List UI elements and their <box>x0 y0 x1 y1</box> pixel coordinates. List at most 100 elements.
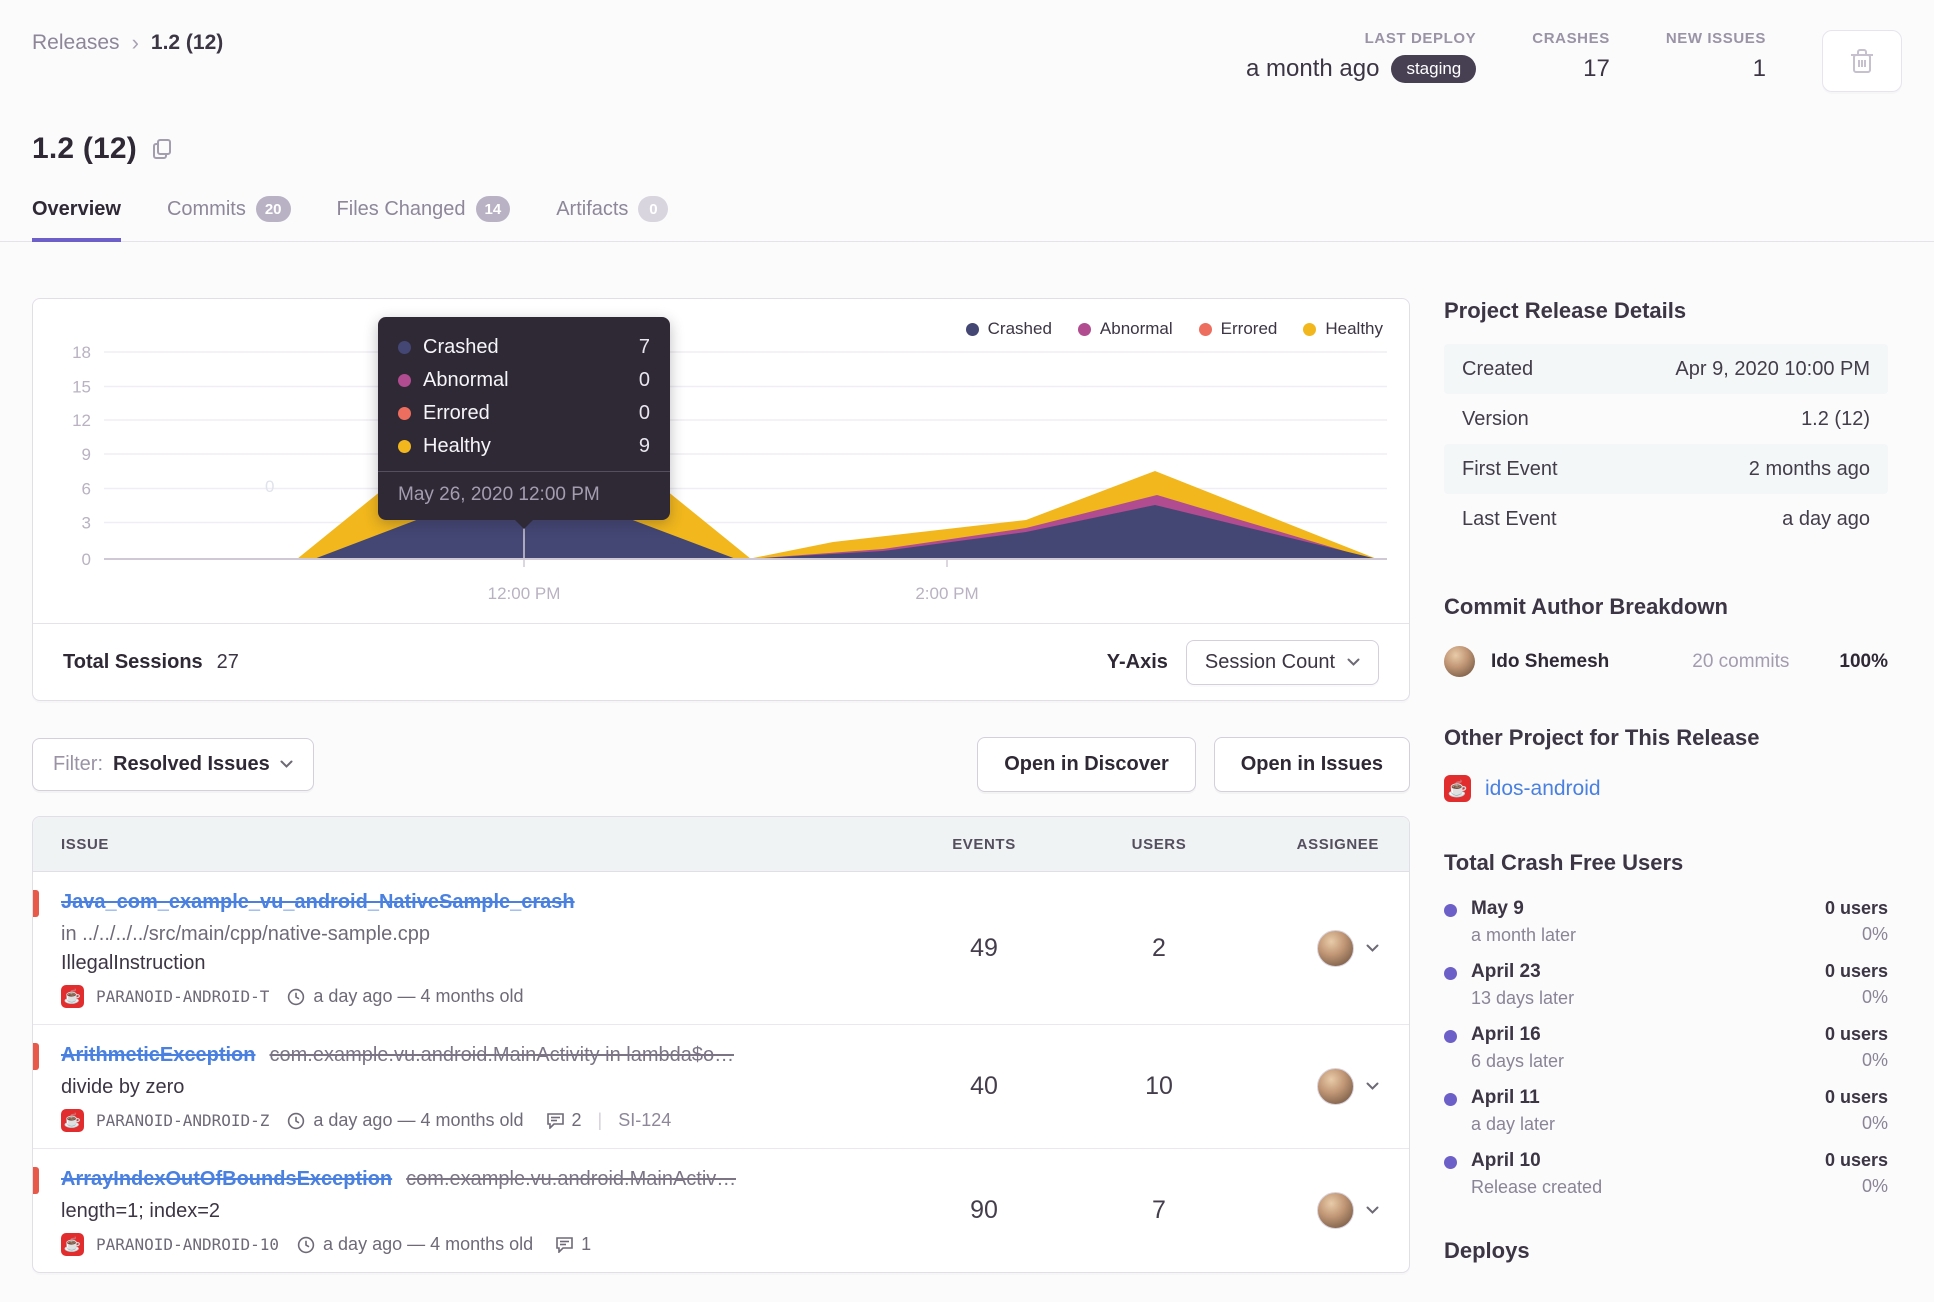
tab-files-changed[interactable]: Files Changed 14 <box>337 196 511 242</box>
issue-message: IllegalInstruction <box>61 952 206 974</box>
stat-last-deploy: LAST DEPLOY a month ago staging <box>1246 30 1477 83</box>
clock-icon <box>287 1112 305 1130</box>
tooltip-row-errored: Errored 0 <box>398 397 650 430</box>
svg-text:6: 6 <box>82 480 91 499</box>
chevron-down-icon <box>1366 1082 1379 1091</box>
chart-legend: Crashed Abnormal Errored Healthy <box>965 319 1383 339</box>
abnormal-dot-icon <box>1077 322 1091 336</box>
commit-author-row: Ido Shemesh 20 commits 100% <box>1444 646 1888 677</box>
detail-row-version: Version 1.2 (12) <box>1462 407 1870 430</box>
assignee-dropdown[interactable] <box>1244 929 1409 967</box>
new-issues-label: NEW ISSUES <box>1665 30 1766 47</box>
breadcrumb-current: 1.2 (12) <box>150 31 224 54</box>
issue-title-link[interactable]: Java_com_example_vu_android_NativeSample… <box>61 888 575 917</box>
total-sessions-value: 27 <box>216 650 239 673</box>
issue-annotation[interactable]: SI-124 <box>618 1110 671 1131</box>
delete-release-button[interactable] <box>1822 30 1902 92</box>
timeline-dot-icon <box>1444 1030 1457 1043</box>
sessions-area-chart[interactable]: 18 15 12 9 6 3 0 12:00 PM 2:00 PM <box>33 299 1409 625</box>
authors-section-title: Commit Author Breakdown <box>1444 594 1728 619</box>
col-issue: ISSUE <box>61 835 110 853</box>
crash-free-section-title: Total Crash Free Users <box>1444 850 1684 875</box>
col-assignee: ASSIGNEE <box>1296 835 1379 853</box>
timeline-dot-icon <box>1444 1093 1457 1106</box>
tooltip-row-abnormal: Abnormal 0 <box>398 364 650 397</box>
healthy-dot-icon <box>398 440 411 453</box>
issue-message: length=1; index=2 <box>61 1200 221 1222</box>
breadcrumb-releases-link[interactable]: Releases <box>32 31 120 55</box>
author-avatar <box>1444 646 1475 677</box>
chevron-down-icon <box>1347 658 1360 667</box>
crashes-value: 17 <box>1583 55 1610 82</box>
project-slug[interactable]: PARANOID-ANDROID-Z <box>96 1111 269 1130</box>
col-users: USERS <box>1131 835 1187 853</box>
tab-overview[interactable]: Overview <box>32 196 121 242</box>
last-deploy-value: a month ago <box>1246 55 1380 82</box>
crashed-dot-icon <box>398 341 411 354</box>
comments-count[interactable]: 2 <box>546 1110 582 1131</box>
breadcrumb-separator-icon: › <box>131 30 139 55</box>
issue-events-count: 90 <box>970 1196 998 1224</box>
java-project-icon: ☕ <box>61 1109 84 1132</box>
detail-row-created: Created Apr 9, 2020 10:00 PM <box>1444 344 1888 394</box>
chevron-down-icon <box>1366 944 1379 953</box>
svg-text:0: 0 <box>82 550 91 569</box>
issue-age: a day ago — 4 months old <box>323 1234 534 1254</box>
x-axis-labels: 12:00 PM 2:00 PM <box>488 584 979 603</box>
issue-title-link[interactable]: ArrayIndexOutOfBoundsException <box>61 1165 392 1194</box>
open-in-discover-button[interactable]: Open in Discover <box>977 737 1196 792</box>
page-header: Releases › 1.2 (12) LAST DEPLOY a month … <box>32 0 1902 92</box>
issue-age: a day ago — 4 months old <box>313 986 524 1006</box>
tooltip-row-healthy: Healthy 9 <box>398 430 650 463</box>
java-project-icon: ☕ <box>61 1233 84 1256</box>
svg-text:18: 18 <box>72 343 91 362</box>
assignee-dropdown[interactable] <box>1244 1068 1409 1105</box>
author-percent: 100% <box>1839 650 1888 672</box>
comment-icon <box>555 1236 574 1253</box>
release-page: Releases › 1.2 (12) LAST DEPLOY a month … <box>0 0 1934 1302</box>
other-project-row: ☕ idos-android <box>1444 775 1888 802</box>
errored-dot-icon <box>398 407 411 420</box>
issue-events-count: 40 <box>970 1072 998 1100</box>
project-slug[interactable]: PARANOID-ANDROID-10 <box>96 1235 279 1254</box>
unhandled-indicator-bar <box>33 1043 39 1070</box>
issue-users-count: 10 <box>1145 1072 1173 1100</box>
legend-healthy[interactable]: Healthy <box>1303 319 1383 339</box>
new-issues-value: 1 <box>1752 55 1766 82</box>
artifacts-count-badge: 0 <box>638 196 669 222</box>
commits-count-badge: 20 <box>255 196 291 222</box>
svg-text:9: 9 <box>82 445 91 464</box>
tab-artifacts[interactable]: Artifacts 0 <box>556 196 669 242</box>
sessions-chart-panel: Crashed Abnormal Errored Healthy 0 18 15… <box>32 298 1410 701</box>
open-in-issues-button[interactable]: Open in Issues <box>1213 737 1410 792</box>
project-slug[interactable]: PARANOID-ANDROID-T <box>96 987 269 1006</box>
chevron-down-icon <box>1366 1206 1379 1215</box>
comments-count[interactable]: 1 <box>555 1234 591 1255</box>
author-commit-count: 20 commits <box>1692 650 1790 672</box>
issue-row-3: ArrayIndexOutOfBoundsException com.examp… <box>33 1149 1409 1272</box>
issue-users-count: 2 <box>1152 933 1166 962</box>
legend-abnormal[interactable]: Abnormal <box>1077 319 1173 339</box>
issue-title-link[interactable]: ArithmeticException <box>61 1041 255 1070</box>
yaxis-select[interactable]: Session Count <box>1185 639 1379 685</box>
files-changed-count-badge: 14 <box>475 196 511 222</box>
other-project-link[interactable]: idos-android <box>1485 777 1601 801</box>
issue-culprit: com.example.vu.android.MainActiv… <box>406 1168 737 1190</box>
issues-filter-select[interactable]: Filter: Resolved Issues <box>32 738 314 791</box>
tooltip-row-crashed: Crashed 7 <box>398 331 650 364</box>
timeline-dot-icon <box>1444 1156 1457 1169</box>
detail-row-first-event: First Event 2 months ago <box>1444 444 1888 494</box>
assignee-dropdown[interactable] <box>1244 1192 1409 1229</box>
svg-text:12:00 PM: 12:00 PM <box>488 584 561 603</box>
page-title: 1.2 (12) <box>32 132 137 165</box>
y-axis-labels: 18 15 12 9 6 3 0 <box>72 343 91 569</box>
legend-crashed[interactable]: Crashed <box>965 319 1052 339</box>
unhandled-indicator-bar <box>33 890 39 917</box>
environment-badge: staging <box>1391 55 1477 83</box>
issue-row-1: Java_com_example_vu_android_NativeSample… <box>33 872 1409 1025</box>
assignee-avatar <box>1317 1068 1354 1105</box>
legend-errored[interactable]: Errored <box>1198 319 1277 339</box>
issues-table: ISSUE EVENTS USERS ASSIGNEE Java_com_exa… <box>32 816 1410 1273</box>
tab-commits[interactable]: Commits 20 <box>167 196 291 242</box>
copy-version-icon[interactable] <box>151 137 173 161</box>
